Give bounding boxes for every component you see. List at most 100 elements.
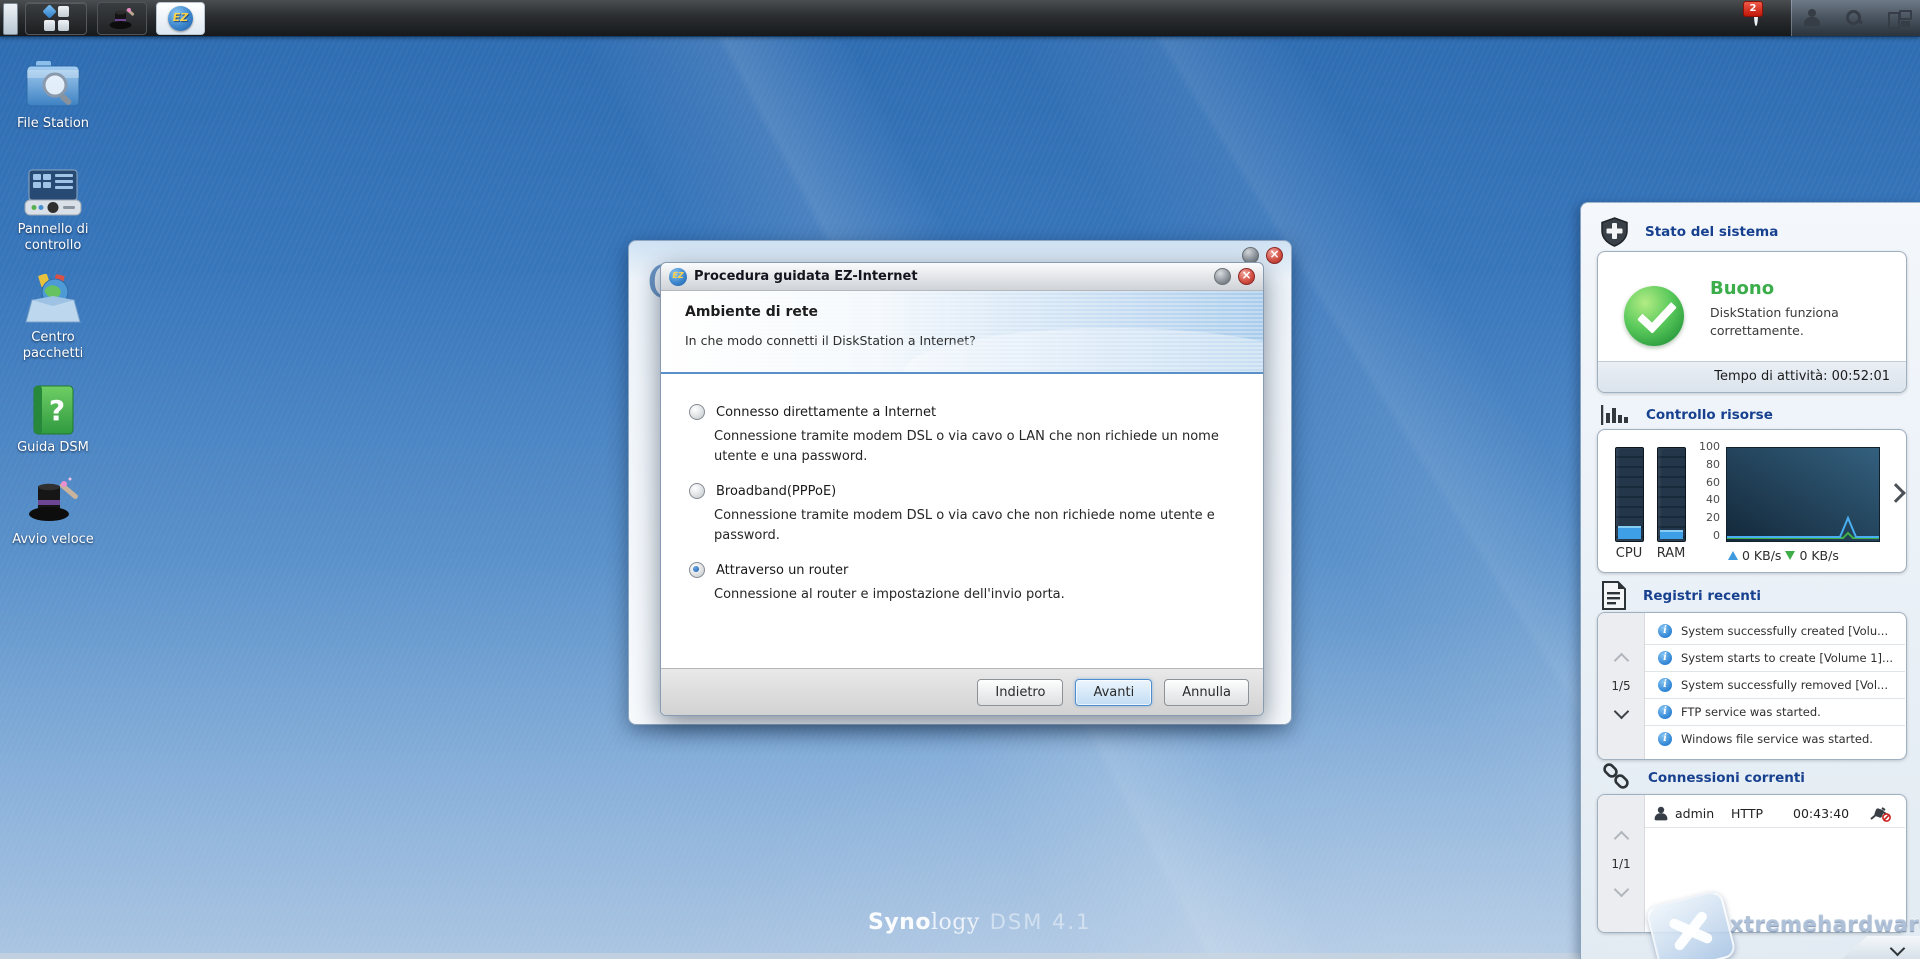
widget-title: Controllo risorse xyxy=(1646,407,1773,423)
wizard-step-heading: Ambiente di rete xyxy=(685,304,1263,320)
radio-broadband-pppoe[interactable] xyxy=(689,483,705,499)
notifications-button[interactable]: 2 xyxy=(1751,5,1777,31)
wizard-step-question: In che modo connetti il DiskStation a In… xyxy=(685,333,1263,348)
widgets-toggle-icon[interactable] xyxy=(1888,10,1908,26)
ez-internet-icon xyxy=(669,268,687,286)
connection-user: admin xyxy=(1675,806,1731,821)
log-row: System successfully created [Volu... xyxy=(1645,618,1905,645)
page-indicator: 1/1 xyxy=(1611,857,1630,871)
desktop-icon-label: Avvio veloce xyxy=(0,532,106,548)
shield-cross-icon xyxy=(1601,217,1628,247)
log-row: System starts to create [Volume 1]... xyxy=(1645,645,1905,672)
network-legend: 0 KB/s 0 KB/s xyxy=(1728,548,1839,563)
bar-chart-icon xyxy=(1601,403,1629,427)
option-attraverso-router: Attraverso un router Connessione al rout… xyxy=(689,562,1237,605)
notification-badge: 2 xyxy=(1743,1,1763,17)
desktop-icon-guida-dsm[interactable]: ? Guida DSM xyxy=(0,384,106,456)
page-down-icon[interactable] xyxy=(1613,881,1629,897)
disconnect-icon[interactable] xyxy=(1869,806,1891,822)
main-menu-icon xyxy=(44,6,69,31)
resource-monitor-expand-icon[interactable] xyxy=(1886,483,1906,503)
resource-monitor-box: CPU RAM 100 80 60 40 20 0 0 KB/s xyxy=(1597,429,1907,573)
wizard-header-banner: Ambiente di rete In che modo connetti il… xyxy=(661,291,1263,374)
widget-header-system-status: Stato del sistema xyxy=(1601,217,1778,247)
radio-connesso-direttamente[interactable] xyxy=(689,404,705,420)
close-icon[interactable] xyxy=(1238,268,1255,285)
upload-rate: 0 KB/s xyxy=(1742,548,1781,563)
document-icon xyxy=(1601,581,1626,610)
upload-arrow-icon xyxy=(1728,551,1738,560)
info-icon xyxy=(1658,705,1672,719)
chain-link-icon xyxy=(1601,763,1631,793)
ez-internet-wizard-dialog: Procedura guidata EZ-Internet Ambiente d… xyxy=(660,262,1264,716)
taskbar-item-ez-internet[interactable] xyxy=(156,2,205,35)
option-description: Connessione tramite modem DSL o via cavo… xyxy=(714,427,1237,466)
log-row: FTP service was started. xyxy=(1645,699,1905,726)
option-broadband-pppoe: Broadband(PPPoE) Connessione tramite mod… xyxy=(689,483,1237,545)
widget-panel: Stato del sistema Buono DiskStation funz… xyxy=(1580,202,1920,959)
widget-header-resource-monitor: Controllo risorse xyxy=(1601,403,1773,427)
network-chart-axis: 100 80 60 40 20 0 xyxy=(1694,440,1720,542)
desktop-icon-centro-pacchetti[interactable]: Centro pacchetti xyxy=(0,274,106,363)
widget-title: Stato del sistema xyxy=(1645,224,1778,240)
desktop-icon-avvio-veloce[interactable]: Avvio veloce xyxy=(0,476,106,548)
back-button[interactable]: Indietro xyxy=(977,679,1063,706)
connection-row: admin HTTP 00:43:40 xyxy=(1645,800,1905,828)
ram-label: RAM xyxy=(1654,546,1688,561)
page-up-icon[interactable] xyxy=(1613,653,1629,669)
user-icon xyxy=(1655,806,1668,820)
desktop-icon-label: Guida DSM xyxy=(0,440,106,456)
dialog-titlebar[interactable]: Procedura guidata EZ-Internet xyxy=(661,263,1263,291)
wizard-footer: Indietro Avanti Annulla xyxy=(661,668,1263,715)
taskbar-right: 2 xyxy=(1751,0,1920,36)
minimize-button[interactable] xyxy=(1214,268,1231,285)
ram-meter xyxy=(1657,447,1686,542)
page-down-icon[interactable] xyxy=(1613,704,1629,720)
widget-title: Connessioni correnti xyxy=(1648,770,1805,786)
search-icon[interactable] xyxy=(1845,9,1863,27)
info-icon xyxy=(1658,651,1672,665)
next-button[interactable]: Avanti xyxy=(1075,679,1152,706)
info-icon xyxy=(1658,624,1672,638)
dsm-logo: SynologyDSM 4.1 xyxy=(868,910,1091,935)
taskbar-item-avvio-veloce[interactable] xyxy=(97,2,147,35)
status-ok-icon xyxy=(1624,286,1684,346)
status-value: Buono xyxy=(1710,278,1886,299)
logs-pagination: 1/5 xyxy=(1598,613,1645,759)
download-arrow-icon xyxy=(1785,551,1795,560)
desktop-icon-pannello-di-controllo[interactable]: Pannello di controllo xyxy=(0,168,106,255)
close-icon[interactable] xyxy=(1266,247,1283,264)
svg-text:?: ? xyxy=(49,394,65,427)
dsm-help-icon: ? xyxy=(25,384,81,436)
option-label[interactable]: Attraverso un router xyxy=(716,563,848,578)
cancel-button[interactable]: Annulla xyxy=(1164,679,1249,706)
taskbar: 2 xyxy=(0,0,1920,36)
package-center-icon xyxy=(22,274,84,326)
option-description: Connessione tramite modem DSL o via cavo… xyxy=(714,506,1237,545)
quick-start-icon xyxy=(22,476,84,528)
control-panel-icon xyxy=(22,168,84,218)
desktop-icon-label: File Station xyxy=(0,116,106,132)
connections-pagination: 1/1 xyxy=(1598,795,1645,932)
radio-attraverso-router[interactable] xyxy=(689,562,705,578)
taskbar-tools xyxy=(1791,0,1920,36)
desktop-icon-file-station[interactable]: File Station xyxy=(0,60,106,132)
file-station-icon xyxy=(22,60,84,112)
desktop: 2 File Station xyxy=(0,0,1920,959)
option-description: Connessione al router e impostazione del… xyxy=(714,585,1237,605)
cpu-label: CPU xyxy=(1612,546,1646,561)
option-label[interactable]: Broadband(PPPoE) xyxy=(716,484,836,499)
widget-title: Registri recenti xyxy=(1643,588,1761,604)
page-up-icon[interactable] xyxy=(1613,830,1629,846)
magic-hat-icon xyxy=(107,6,137,32)
download-rate: 0 KB/s xyxy=(1799,548,1838,563)
cpu-meter xyxy=(1615,447,1644,542)
user-menu-icon[interactable] xyxy=(1804,9,1820,27)
option-label[interactable]: Connesso direttamente a Internet xyxy=(716,405,936,420)
page-indicator: 1/5 xyxy=(1611,679,1630,693)
main-menu-button[interactable] xyxy=(25,2,87,35)
uptime-text: Tempo di attività: 00:52:01 xyxy=(1598,361,1906,392)
show-desktop-button[interactable] xyxy=(3,3,18,35)
connection-protocol: HTTP xyxy=(1731,806,1793,821)
panel-collapse-button[interactable] xyxy=(1841,936,1920,959)
